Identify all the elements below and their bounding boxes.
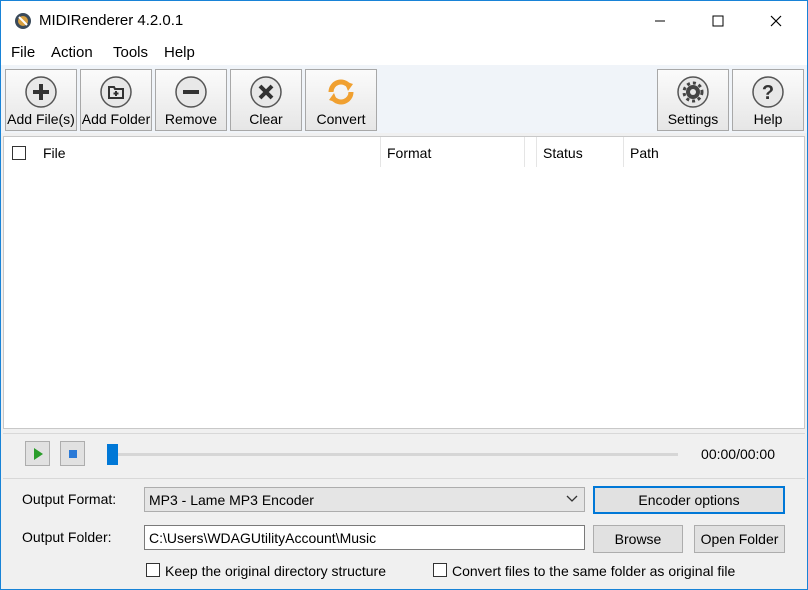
output-panel: Output Format: MP3 - Lame MP3 Encoder En… [3, 478, 805, 589]
help-icon: ? [752, 76, 784, 108]
minus-icon [175, 76, 207, 108]
output-format-value: MP3 - Lame MP3 Encoder [149, 492, 314, 508]
menu-action[interactable]: Action [51, 44, 93, 61]
same-folder-checkbox[interactable] [433, 563, 447, 577]
open-folder-button[interactable]: Open Folder [694, 525, 785, 553]
output-folder-input[interactable]: C:\Users\WDAGUtilityAccount\Music [144, 525, 585, 550]
remove-label: Remove [164, 111, 218, 127]
clear-icon [250, 76, 282, 108]
add-files-button[interactable]: Add File(s) [5, 69, 77, 131]
plus-icon [25, 76, 57, 108]
window-title: MIDIRenderer 4.2.0.1 [39, 12, 184, 29]
maximize-icon [712, 15, 724, 27]
gear-icon [677, 76, 709, 108]
add-files-label: Add File(s) [7, 111, 75, 127]
clear-button[interactable]: Clear [230, 69, 302, 131]
column-header-file[interactable]: File [43, 145, 66, 161]
player-bar: 00:00/00:00 [3, 433, 805, 476]
close-icon [770, 15, 782, 27]
column-header-format[interactable]: Format [387, 145, 431, 161]
output-format-label: Output Format: [22, 491, 117, 507]
encoder-options-button[interactable]: Encoder options [593, 486, 785, 514]
seek-slider-thumb[interactable] [107, 444, 118, 465]
same-folder-label[interactable]: Convert files to the same folder as orig… [452, 563, 735, 579]
column-divider[interactable] [623, 137, 624, 167]
close-button[interactable] [747, 1, 805, 41]
add-folder-label: Add Folder [81, 111, 151, 127]
convert-icon [328, 79, 354, 105]
settings-button[interactable]: Settings [657, 69, 729, 131]
convert-button[interactable]: Convert [305, 69, 377, 131]
help-button[interactable]: ? Help [732, 69, 804, 131]
title-bar: MIDIRenderer 4.2.0.1 [1, 1, 807, 41]
maximize-button[interactable] [689, 1, 747, 41]
output-folder-label: Output Folder: [22, 529, 112, 545]
column-header-path[interactable]: Path [630, 145, 659, 161]
remove-button[interactable]: Remove [155, 69, 227, 131]
svg-text:?: ? [762, 82, 774, 104]
browse-button[interactable]: Browse [593, 525, 683, 553]
add-folder-icon [100, 76, 132, 108]
file-list[interactable]: File Format Status Path [3, 136, 805, 429]
menu-bar: File Action Tools Help [1, 41, 807, 65]
app-logo-icon [15, 13, 31, 29]
stop-icon [68, 449, 77, 458]
minimize-icon [655, 20, 665, 22]
play-icon [33, 447, 43, 460]
menu-help[interactable]: Help [164, 44, 195, 61]
output-format-select[interactable]: MP3 - Lame MP3 Encoder [144, 487, 585, 512]
select-all-checkbox[interactable] [12, 146, 26, 160]
minimize-button[interactable] [631, 1, 689, 41]
play-button[interactable] [25, 441, 50, 466]
keep-structure-checkbox[interactable] [146, 563, 160, 577]
time-display: 00:00/00:00 [701, 446, 775, 462]
column-divider[interactable] [524, 137, 525, 167]
column-header-status[interactable]: Status [543, 145, 583, 161]
settings-label: Settings [667, 111, 719, 127]
help-label: Help [753, 111, 783, 127]
chevron-down-icon [566, 495, 578, 502]
seek-track[interactable] [113, 453, 678, 456]
stop-button[interactable] [60, 441, 85, 466]
clear-label: Clear [249, 111, 283, 127]
menu-tools[interactable]: Tools [113, 44, 148, 61]
app-window: MIDIRenderer 4.2.0.1 File Action Tools H… [0, 0, 808, 590]
column-divider[interactable] [380, 137, 381, 167]
toolbar: Add File(s) Add Folder Remove Clear Conv… [1, 65, 807, 133]
add-folder-button[interactable]: Add Folder [80, 69, 152, 131]
menu-file[interactable]: File [11, 44, 35, 61]
keep-structure-label[interactable]: Keep the original directory structure [165, 563, 386, 579]
convert-label: Convert [316, 111, 366, 127]
column-divider[interactable] [536, 137, 537, 167]
